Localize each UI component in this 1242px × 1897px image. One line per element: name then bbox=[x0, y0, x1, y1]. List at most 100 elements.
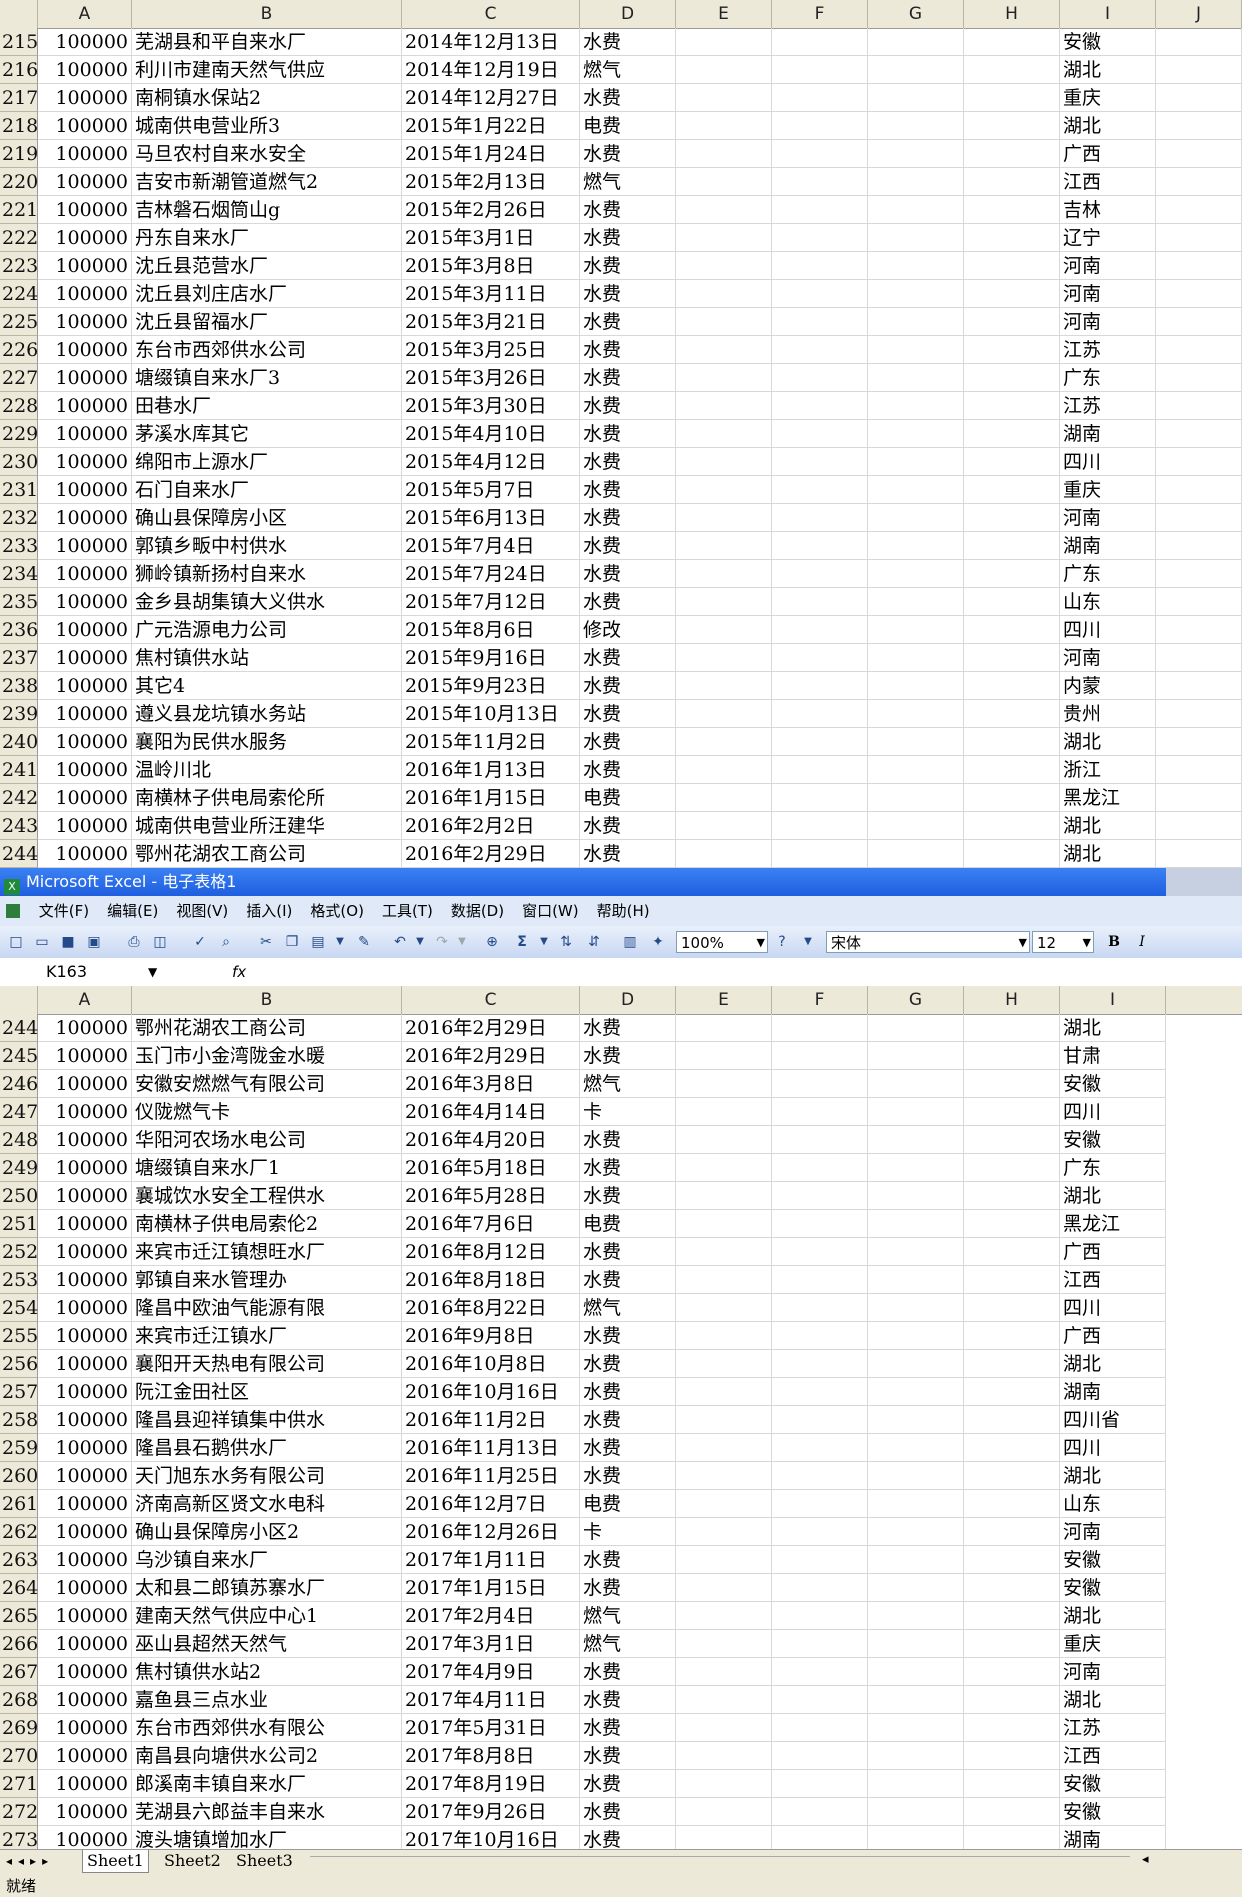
cell-e[interactable] bbox=[676, 84, 772, 112]
cell-b[interactable]: 金乡县胡集镇大义供水 bbox=[132, 588, 402, 616]
cell-f[interactable] bbox=[772, 1098, 868, 1126]
cell-j[interactable] bbox=[1156, 112, 1242, 140]
cell-d[interactable]: 水费 bbox=[580, 840, 676, 868]
cell-g[interactable] bbox=[868, 1294, 964, 1322]
cell-a[interactable]: 100000 bbox=[38, 336, 132, 364]
cell-i[interactable]: 江苏 bbox=[1060, 336, 1156, 364]
cell-d[interactable]: 水费 bbox=[580, 140, 676, 168]
cell-h[interactable] bbox=[964, 476, 1060, 504]
tab-sheet3[interactable]: Sheet3 bbox=[232, 1850, 297, 1872]
cell-f[interactable] bbox=[772, 1770, 868, 1798]
cell-c[interactable]: 2016年11月25日 bbox=[402, 1462, 580, 1490]
cell-e[interactable] bbox=[676, 308, 772, 336]
cell-f[interactable] bbox=[772, 336, 868, 364]
cell-i[interactable]: 安徽 bbox=[1060, 1770, 1166, 1798]
cell-h[interactable] bbox=[964, 392, 1060, 420]
cell-g[interactable] bbox=[868, 1742, 964, 1770]
row-number[interactable]: 237 bbox=[0, 644, 38, 672]
column-header-a[interactable]: A bbox=[38, 0, 132, 28]
cell-c[interactable]: 2016年1月15日 bbox=[402, 784, 580, 812]
cell-h[interactable] bbox=[964, 1462, 1060, 1490]
column-header-d[interactable]: D bbox=[580, 0, 676, 28]
cell-f[interactable] bbox=[772, 1350, 868, 1378]
row-number[interactable]: 234 bbox=[0, 560, 38, 588]
column-header-h[interactable]: H bbox=[964, 0, 1060, 28]
cell-g[interactable] bbox=[868, 1602, 964, 1630]
cell-a[interactable]: 100000 bbox=[38, 1294, 132, 1322]
cell-e[interactable] bbox=[676, 1826, 772, 1849]
help-icon[interactable]: ? bbox=[772, 932, 792, 952]
cell-a[interactable]: 100000 bbox=[38, 28, 132, 56]
cell-d[interactable]: 水费 bbox=[580, 84, 676, 112]
cell-a[interactable]: 100000 bbox=[38, 140, 132, 168]
cell-b[interactable]: 确山县保障房小区 bbox=[132, 504, 402, 532]
cell-d[interactable]: 电费 bbox=[580, 112, 676, 140]
cell-d[interactable]: 水费 bbox=[580, 1042, 676, 1070]
cell-a[interactable]: 100000 bbox=[38, 56, 132, 84]
row-number[interactable]: 259 bbox=[0, 1434, 38, 1462]
row-number[interactable]: 251 bbox=[0, 1210, 38, 1238]
column-header-f[interactable]: F bbox=[772, 0, 868, 28]
cell-c[interactable]: 2016年4月20日 bbox=[402, 1126, 580, 1154]
cell-c[interactable]: 2015年4月10日 bbox=[402, 420, 580, 448]
cell-f[interactable] bbox=[772, 1154, 868, 1182]
cell-h[interactable] bbox=[964, 1630, 1060, 1658]
cell-i[interactable]: 四川 bbox=[1060, 1434, 1166, 1462]
cell-f[interactable] bbox=[772, 420, 868, 448]
cell-d[interactable]: 水费 bbox=[580, 1686, 676, 1714]
cell-j[interactable] bbox=[1156, 532, 1242, 560]
cell-j[interactable] bbox=[1156, 476, 1242, 504]
cell-e[interactable] bbox=[676, 1014, 772, 1042]
cell-d[interactable]: 卡 bbox=[580, 1098, 676, 1126]
cell-h[interactable] bbox=[964, 420, 1060, 448]
cell-c[interactable]: 2016年10月8日 bbox=[402, 1350, 580, 1378]
cell-f[interactable] bbox=[772, 560, 868, 588]
cell-f[interactable] bbox=[772, 588, 868, 616]
cell-b[interactable]: 绵阳市上源水厂 bbox=[132, 448, 402, 476]
cell-d[interactable]: 水费 bbox=[580, 1322, 676, 1350]
italic-icon[interactable]: I bbox=[1132, 932, 1152, 952]
cell-c[interactable]: 2017年4月11日 bbox=[402, 1686, 580, 1714]
cell-f[interactable] bbox=[772, 1658, 868, 1686]
cell-f[interactable] bbox=[772, 252, 868, 280]
cell-g[interactable] bbox=[868, 392, 964, 420]
cell-c[interactable]: 2016年8月12日 bbox=[402, 1238, 580, 1266]
cell-b[interactable]: 其它4 bbox=[132, 672, 402, 700]
cell-c[interactable]: 2017年2月4日 bbox=[402, 1602, 580, 1630]
spelling-icon[interactable]: ✓ bbox=[190, 932, 210, 952]
cell-g[interactable] bbox=[868, 1686, 964, 1714]
cell-h[interactable] bbox=[964, 1406, 1060, 1434]
row-number[interactable]: 215 bbox=[0, 28, 38, 56]
cell-f[interactable] bbox=[772, 1406, 868, 1434]
cell-h[interactable] bbox=[964, 588, 1060, 616]
cell-g[interactable] bbox=[868, 1070, 964, 1098]
cell-c[interactable]: 2016年12月26日 bbox=[402, 1518, 580, 1546]
row-number[interactable]: 263 bbox=[0, 1546, 38, 1574]
cell-d[interactable]: 水费 bbox=[580, 1574, 676, 1602]
column-header-g[interactable]: G bbox=[868, 0, 964, 28]
cell-i[interactable]: 湖北 bbox=[1060, 1182, 1166, 1210]
row-number[interactable]: 267 bbox=[0, 1658, 38, 1686]
cell-b[interactable]: 郭镇自来水管理办 bbox=[132, 1266, 402, 1294]
cut-icon[interactable]: ✂ bbox=[256, 932, 276, 952]
cell-j[interactable] bbox=[1156, 728, 1242, 756]
cell-d[interactable]: 水费 bbox=[580, 1798, 676, 1826]
cell-j[interactable] bbox=[1156, 840, 1242, 868]
cell-f[interactable] bbox=[772, 308, 868, 336]
row-number[interactable]: 260 bbox=[0, 1462, 38, 1490]
row-number[interactable]: 224 bbox=[0, 280, 38, 308]
cell-i[interactable]: 湖北 bbox=[1060, 1602, 1166, 1630]
cell-c[interactable]: 2017年8月19日 bbox=[402, 1770, 580, 1798]
cell-i[interactable]: 河南 bbox=[1060, 280, 1156, 308]
copy-icon[interactable]: ❐ bbox=[282, 932, 302, 952]
cell-g[interactable] bbox=[868, 420, 964, 448]
cell-h[interactable] bbox=[964, 504, 1060, 532]
cell-f[interactable] bbox=[772, 672, 868, 700]
cell-c[interactable]: 2015年7月12日 bbox=[402, 588, 580, 616]
cell-i[interactable]: 甘肃 bbox=[1060, 1042, 1166, 1070]
cell-c[interactable]: 2017年1月11日 bbox=[402, 1546, 580, 1574]
cell-h[interactable] bbox=[964, 84, 1060, 112]
cell-d[interactable]: 水费 bbox=[580, 560, 676, 588]
cell-g[interactable] bbox=[868, 644, 964, 672]
cell-j[interactable] bbox=[1156, 224, 1242, 252]
